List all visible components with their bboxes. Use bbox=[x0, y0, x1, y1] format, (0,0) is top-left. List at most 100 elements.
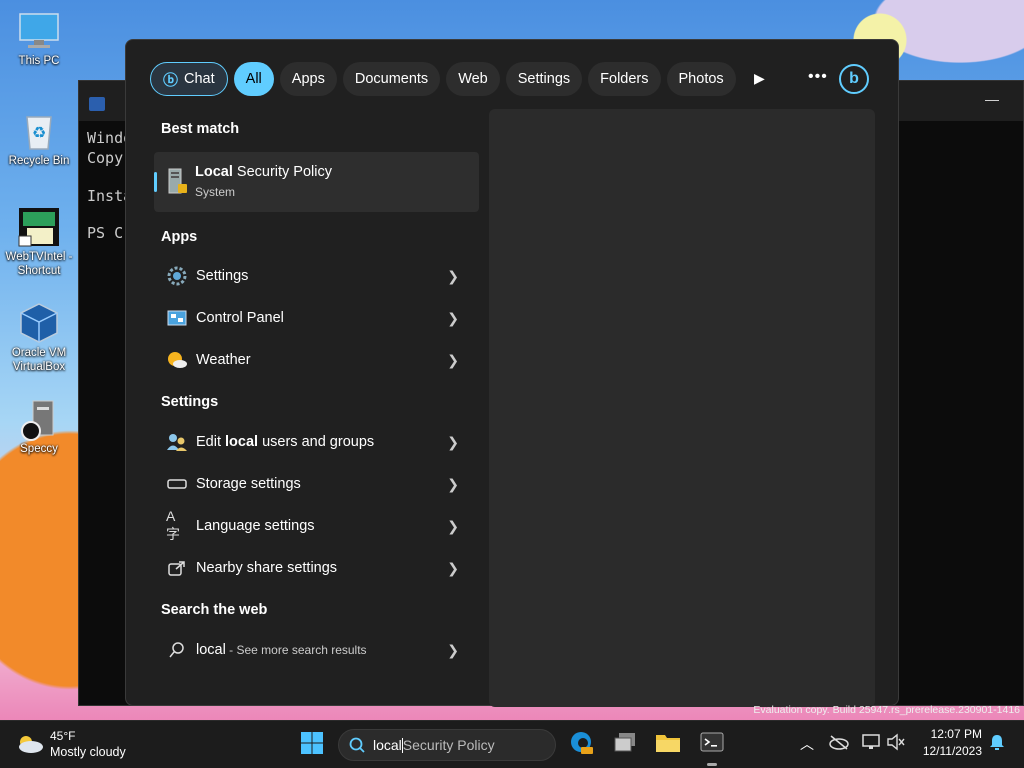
chip-settings[interactable]: Settings bbox=[505, 62, 583, 96]
show-hidden-icons-button[interactable]: ︿ bbox=[794, 731, 820, 757]
speccy-icon bbox=[17, 398, 61, 441]
section-header-settings: Settings bbox=[161, 394, 219, 410]
chevron-right-icon: ❯ bbox=[447, 475, 459, 492]
app-result-weather[interactable]: Weather ❯ bbox=[154, 340, 479, 380]
weather-temp: 45°F bbox=[50, 729, 76, 743]
result-label: Edit local users and groups bbox=[196, 434, 375, 450]
security-policy-icon bbox=[166, 168, 188, 201]
taskbar-terminal[interactable] bbox=[699, 731, 725, 757]
onedrive-tray[interactable] bbox=[826, 731, 852, 757]
ellipsis-icon: ••• bbox=[808, 68, 828, 85]
powershell-icon bbox=[89, 97, 105, 111]
setting-result-edit-local-users[interactable]: Edit local users and groups ❯ bbox=[154, 422, 479, 462]
result-label: Control Panel bbox=[196, 310, 284, 326]
clock-date: 12/11/2023 bbox=[922, 744, 982, 758]
bell-icon bbox=[989, 733, 1005, 756]
network-icon bbox=[861, 733, 881, 756]
chip-all[interactable]: All bbox=[233, 62, 274, 96]
terminal-tab[interactable] bbox=[89, 89, 129, 119]
section-header-best-match: Best match bbox=[161, 121, 240, 137]
taskbar-file-explorer[interactable] bbox=[655, 731, 681, 757]
start-button[interactable] bbox=[299, 731, 325, 760]
virtualbox-icon bbox=[17, 302, 61, 344]
speaker-muted-icon bbox=[886, 733, 906, 756]
filter-chips: ⓑ Chat All Apps Documents Web Settings F… bbox=[150, 62, 736, 96]
taskbar-search-box[interactable]: local Security Policy bbox=[338, 729, 556, 761]
taskbar: 45°F Mostly cloudy local Security Policy … bbox=[0, 720, 1024, 768]
bing-button[interactable]: b bbox=[839, 64, 869, 94]
clock[interactable]: 12:07 PM 12/11/2023 bbox=[918, 727, 982, 758]
chip-apps[interactable]: Apps bbox=[279, 62, 337, 96]
weather-icon bbox=[166, 349, 188, 371]
section-header-search-web: Search the web bbox=[161, 602, 268, 618]
setting-result-nearby-share[interactable]: Nearby share settings ❯ bbox=[154, 548, 479, 588]
search-typed-text: local bbox=[373, 737, 402, 753]
web-search-result[interactable]: local - See more search results ❯ bbox=[154, 630, 479, 670]
setting-result-storage[interactable]: Storage settings ❯ bbox=[154, 464, 479, 504]
play-icon: ▶ bbox=[754, 70, 765, 86]
more-options-button[interactable]: ••• bbox=[808, 68, 828, 86]
chevron-right-icon: ❯ bbox=[447, 517, 459, 534]
search-icon bbox=[349, 737, 365, 753]
desktop-icon-virtualbox[interactable]: Oracle VM VirtualBox bbox=[4, 302, 74, 374]
volume-tray[interactable] bbox=[883, 731, 909, 757]
bing-icon: b bbox=[849, 70, 859, 87]
webtv-icon bbox=[17, 206, 61, 248]
desktop-icon-webtvintel[interactable]: WebTVIntel - Shortcut bbox=[4, 206, 74, 278]
cloudy-weather-icon bbox=[16, 733, 44, 760]
search-suggestion: Security Policy bbox=[402, 737, 495, 753]
terminal-icon bbox=[700, 731, 724, 758]
desktop-icon-label: Oracle VM VirtualBox bbox=[11, 347, 67, 373]
chevron-right-icon: ❯ bbox=[447, 641, 459, 658]
preview-pane bbox=[489, 109, 875, 707]
desktop-icon-label: WebTVIntel - Shortcut bbox=[5, 251, 73, 277]
chip-folders[interactable]: Folders bbox=[588, 62, 661, 96]
svg-text:♻: ♻ bbox=[32, 125, 46, 142]
windows-stack-icon bbox=[613, 731, 637, 758]
taskbar-task-view[interactable] bbox=[612, 731, 638, 757]
network-tray[interactable] bbox=[858, 731, 884, 757]
chip-documents[interactable]: Documents bbox=[342, 62, 441, 96]
section-header-apps: Apps bbox=[161, 229, 198, 245]
best-match-result[interactable]: Local Security Policy System bbox=[154, 152, 479, 212]
chip-web[interactable]: Web bbox=[446, 62, 500, 96]
weather-desc: Mostly cloudy bbox=[50, 745, 126, 759]
bing-icon: ⓑ bbox=[163, 71, 179, 89]
desktop-icon-speccy[interactable]: Speccy bbox=[4, 398, 74, 456]
desktop-icon-recycle-bin[interactable]: ♻ Recycle Bin bbox=[4, 110, 74, 168]
folder-icon bbox=[655, 731, 681, 758]
edge-icon bbox=[569, 730, 593, 759]
chevron-right-icon: ❯ bbox=[447, 267, 459, 284]
minimize-button[interactable]: — bbox=[985, 91, 999, 107]
taskbar-edge-canary[interactable] bbox=[568, 731, 594, 757]
app-result-settings[interactable]: Settings ❯ bbox=[154, 256, 479, 296]
search-panel: ⓑ Chat All Apps Documents Web Settings F… bbox=[125, 39, 899, 707]
chevron-right-icon: ❯ bbox=[447, 433, 459, 450]
search-icon bbox=[166, 639, 188, 661]
control-panel-icon bbox=[166, 307, 188, 329]
result-label: Nearby share settings bbox=[196, 560, 338, 576]
windows-logo-icon bbox=[300, 731, 324, 760]
result-label: local - See more search results bbox=[196, 642, 367, 658]
best-match-title: Local Security Policy bbox=[195, 164, 332, 180]
chip-label: Chat bbox=[184, 71, 215, 87]
app-result-control-panel[interactable]: Control Panel ❯ bbox=[154, 298, 479, 338]
best-match-subtitle: System bbox=[195, 185, 236, 199]
build-watermark: Evaluation copy. Build 25947.rs_prerelea… bbox=[753, 704, 1020, 716]
monitor-icon bbox=[17, 10, 61, 52]
result-label: Settings bbox=[196, 268, 249, 284]
desktop-icon-label: Speccy bbox=[20, 443, 58, 455]
desktop-icon-label: This PC bbox=[18, 55, 60, 67]
users-icon bbox=[166, 431, 188, 453]
recycle-bin-icon: ♻ bbox=[17, 110, 61, 152]
notifications-button[interactable] bbox=[984, 731, 1010, 757]
chevron-right-icon: ❯ bbox=[447, 559, 459, 576]
chip-photos[interactable]: Photos bbox=[666, 62, 736, 96]
language-icon: A字 bbox=[166, 508, 180, 542]
desktop-icon-this-pc[interactable]: This PC bbox=[4, 10, 74, 68]
storage-icon bbox=[166, 473, 188, 495]
play-more-button[interactable]: ▶ bbox=[754, 70, 765, 87]
chip-chat[interactable]: ⓑ Chat bbox=[150, 62, 228, 96]
gear-icon bbox=[166, 265, 188, 287]
setting-result-language[interactable]: A字 Language settings ❯ bbox=[154, 506, 479, 546]
